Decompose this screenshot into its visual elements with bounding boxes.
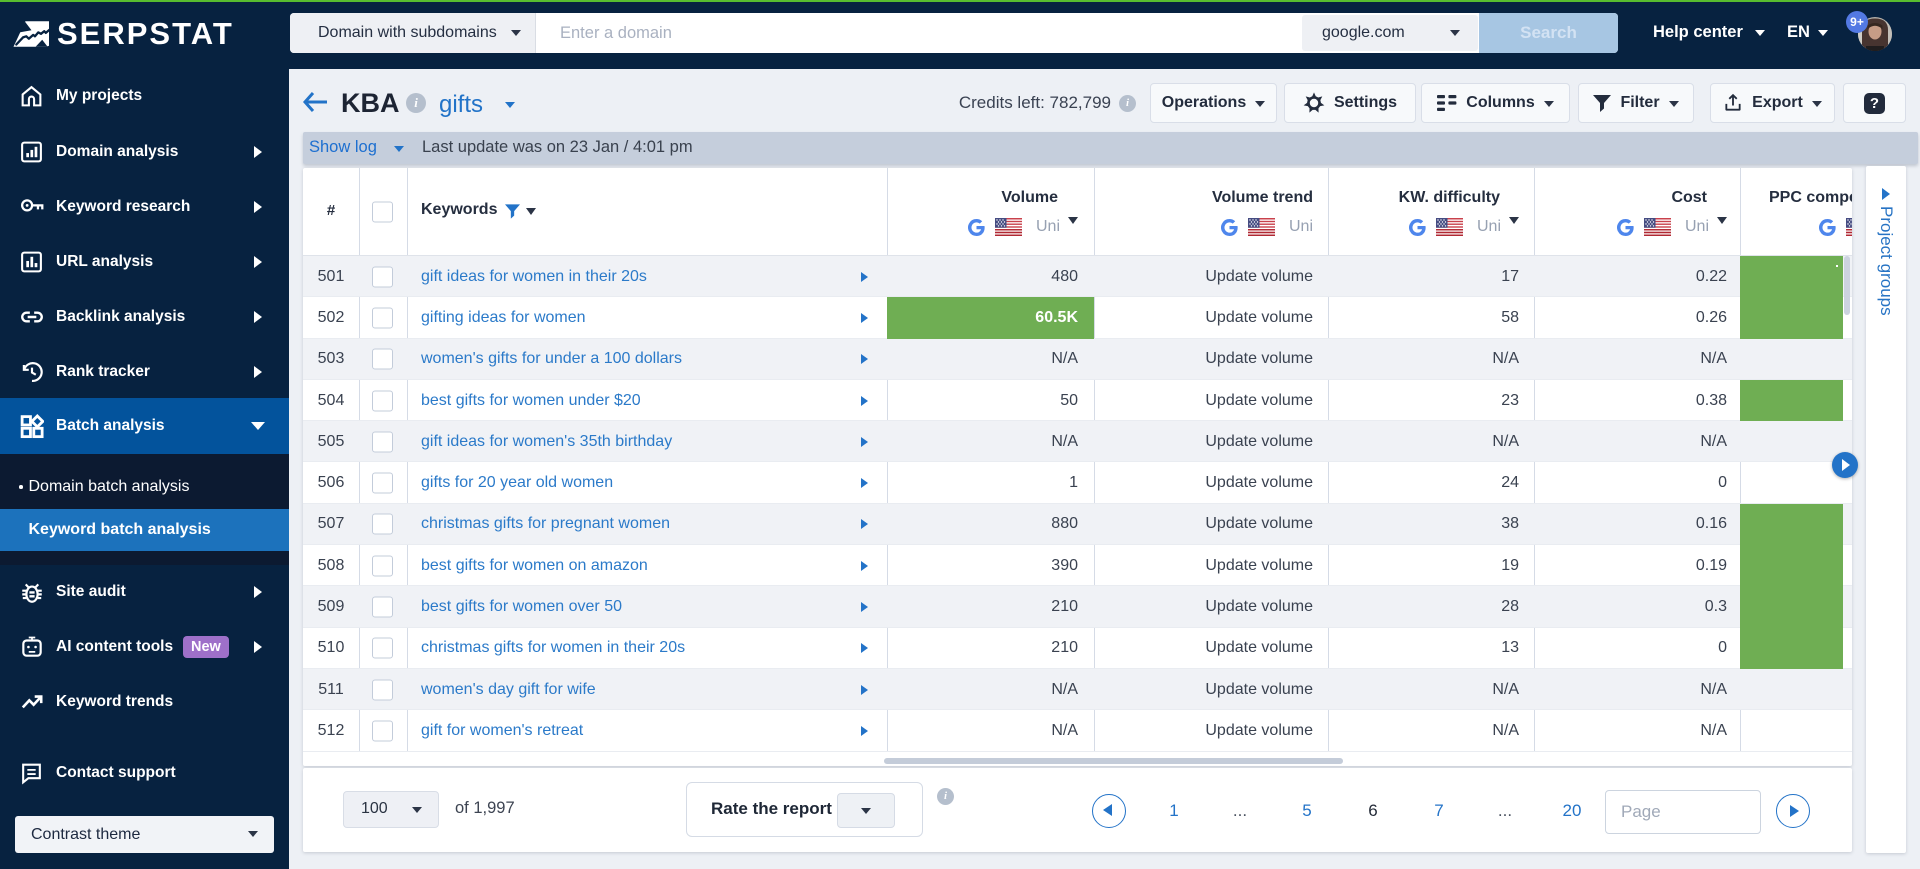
svg-text:SERPSTAT: SERPSTAT <box>57 16 234 51</box>
